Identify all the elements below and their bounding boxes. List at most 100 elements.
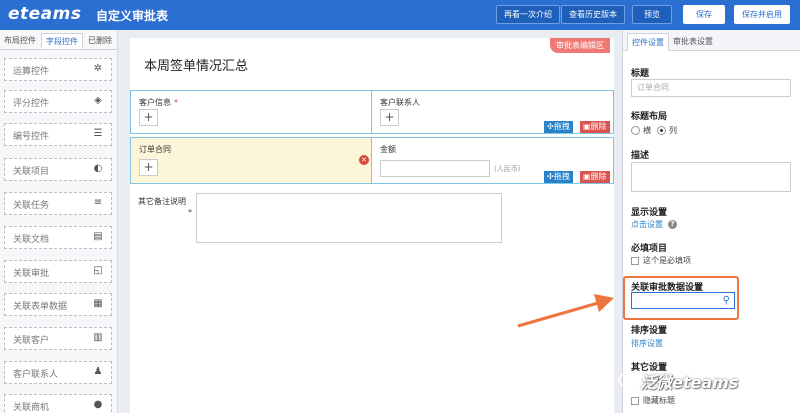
save-button[interactable]: 保存 [683,5,725,24]
control-related-document[interactable]: 关联文档 ▤ [4,226,112,249]
control-rating[interactable]: 评分控件 ◈ [4,90,112,113]
tab-deleted[interactable]: 已删除 [88,33,112,49]
gear-icon: ✲ [93,63,103,74]
control-label: 关联项目 [13,167,50,177]
control-label: 评分控件 [13,99,50,109]
add-button[interactable]: + [380,109,399,126]
control-related-form-data[interactable]: 关联表单数据 ▦ [4,293,112,316]
amount-input[interactable] [380,160,490,177]
control-customer-contact[interactable]: 客户联系人 ♟ [4,361,112,384]
title-input[interactable]: 订单合同 [631,79,791,97]
hide-title-label: 隐藏标题 [643,396,675,405]
required-checkbox-label: 这个是必填项 [643,256,691,265]
required-label: 必填项目 [631,244,668,254]
field-control-panel: 布局控件 字段控件 已删除 运算控件 ✲ 评分控件 ◈ 编号控件 ☰ 关联项目 … [0,30,118,413]
form-row: 订单合同 + ✕ 金额 (人民币) ✣拖拽 ▣删除 [130,137,614,184]
intro-button[interactable]: 再看一次介绍 [496,5,560,24]
layout-horizontal-label: 横 [643,126,651,135]
tab-form-settings[interactable]: 审批表设置 [669,33,717,51]
sort-settings-label: 排序设置 [631,326,668,336]
field-label: 其它备注说明 [138,197,186,206]
trash-icon: ▣ [583,172,591,181]
control-label: 关联客户 [13,336,50,346]
field-remarks[interactable]: 其它备注说明 * [130,188,614,258]
chat-logo-icon [618,373,637,389]
control-label: 编号控件 [13,132,50,142]
layout-horizontal-radio[interactable] [631,126,640,135]
document-icon: ▤ [93,231,103,242]
form-sheet: 审批表编辑区 本周签单情况汇总 客户信息 * + 客户联系人 + ✣拖拽 ▣删除 … [130,38,614,413]
list-icon: ≡ [93,197,103,208]
settings-panel: 控件设置 审批表设置 标题 订单合同 标题布局 横 列 描述 显示设置 点击设置… [622,30,800,413]
move-icon: ✣ [547,122,554,131]
top-bar: eteams 自定义审批表 再看一次介绍 查看历史版本 预览 保存 保存并启用 [0,0,800,30]
form-canvas: 审批表编辑区 本周签单情况汇总 客户信息 * + 客户联系人 + ✣拖拽 ▣删除 … [118,30,622,413]
history-button[interactable]: 查看历史版本 [561,5,625,24]
tab-control-settings[interactable]: 控件设置 [627,33,669,51]
tab-field-controls[interactable]: 字段控件 [41,33,83,49]
control-label: 运算控件 [13,67,50,77]
edit-area-badge: 审批表编辑区 [550,38,610,53]
field-order-contract[interactable]: 订单合同 + ✕ [131,138,372,183]
control-related-project[interactable]: 关联项目 ◐ [4,158,112,181]
related-approval-search-input[interactable]: ⚲ [631,292,735,309]
search-icon: ⚲ [722,295,730,306]
amount-unit: (人民币) [494,165,521,173]
control-calculation[interactable]: 运算控件 ✲ [4,58,112,81]
control-related-approval[interactable]: 关联审批 ◱ [4,260,112,283]
brand-logo: eteams [8,4,82,24]
person-icon: ♟ [93,366,103,377]
half-circle-icon: ◐ [93,163,103,174]
control-label: 关联任务 [13,201,50,211]
sort-settings-link[interactable]: 排序设置 [631,338,663,349]
delete-button[interactable]: ▣删除 [580,171,610,183]
required-marker: * [188,208,192,217]
display-settings-label: 显示设置 [631,208,668,218]
trash-icon: ▣ [583,122,591,131]
remarks-textarea[interactable] [196,193,502,243]
field-label: 客户信息 * [139,98,178,107]
layout-vertical-label: 列 [669,126,677,135]
building-icon: ▥ [93,332,103,343]
layout-vertical-radio[interactable] [657,126,666,135]
control-numbering[interactable]: 编号控件 ☰ [4,123,112,146]
required-checkbox[interactable] [631,257,639,265]
field-customer-contact[interactable]: 客户联系人 + ✣拖拽 ▣删除 [372,91,613,133]
control-related-task[interactable]: 关联任务 ≡ [4,192,112,215]
tab-layout-controls[interactable]: 布局控件 [4,33,36,49]
control-label: 关联商机 [13,403,50,413]
left-tabs: 布局控件 字段控件 已删除 [0,30,117,50]
control-label: 关联审批 [13,269,50,279]
preview-button[interactable]: 预览 [632,5,672,24]
save-enable-button[interactable]: 保存并启用 [734,5,790,24]
form-row: 客户信息 * + 客户联系人 + ✣拖拽 ▣删除 [130,90,614,134]
watermark-text: 泛微eteams [640,373,739,392]
control-label: 关联文档 [13,235,50,245]
field-label: 订单合同 [139,145,171,154]
help-icon[interactable]: ? [668,220,677,229]
table-icon: ▦ [93,298,103,309]
delete-button[interactable]: ▣删除 [580,121,610,133]
field-label: 金额 [380,145,396,154]
control-related-customer[interactable]: 关联客户 ▥ [4,327,112,350]
move-icon: ✣ [547,172,554,181]
numbered-list-icon: ☰ [93,128,103,139]
right-tabs: 控件设置 审批表设置 [623,30,800,51]
display-settings-link[interactable]: 点击设置 [631,219,663,230]
opportunity-icon: ● [93,399,103,410]
control-label: 客户联系人 [13,370,59,380]
field-amount[interactable]: 金额 (人民币) ✣拖拽 ▣删除 [372,138,613,183]
drag-button[interactable]: ✣拖拽 [544,171,573,183]
layers-icon: ◈ [94,95,102,106]
add-button[interactable]: + [139,159,158,176]
description-textarea[interactable] [631,162,791,192]
close-icon[interactable]: ✕ [359,155,369,165]
description-label: 描述 [631,151,650,161]
approval-icon: ◱ [93,265,103,276]
add-button[interactable]: + [139,109,158,126]
title-layout-label: 标题布局 [631,112,668,122]
field-customer-info[interactable]: 客户信息 * + [131,91,372,133]
drag-button[interactable]: ✣拖拽 [544,121,573,133]
hide-title-checkbox[interactable] [631,397,639,405]
control-related-opportunity[interactable]: 关联商机 ● [4,394,112,413]
